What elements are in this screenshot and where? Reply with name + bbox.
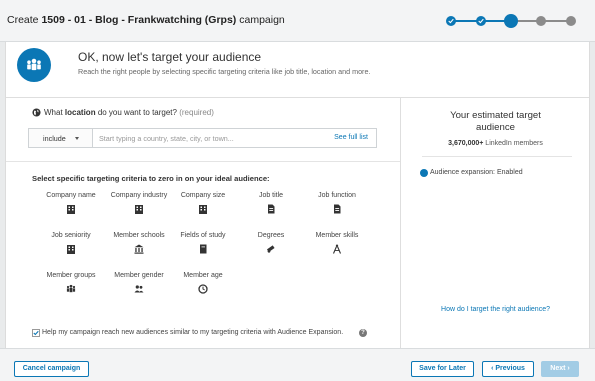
question-icon[interactable]: ? xyxy=(359,329,367,337)
section-divider xyxy=(6,161,400,162)
building-icon xyxy=(67,245,75,254)
criteria-job-seniority[interactable]: Job seniority xyxy=(34,232,108,262)
intro-title: OK, now let's target your audience xyxy=(78,50,262,64)
location-field: include See full list xyxy=(28,128,377,148)
location-q-bold: location xyxy=(64,108,96,117)
expansion-status-text: Audience expansion: Enabled xyxy=(430,169,523,176)
check-icon xyxy=(478,18,484,24)
criteria-label: Member age xyxy=(183,272,223,279)
targeting-criteria-panel: What location do you want to target? (re… xyxy=(6,98,401,348)
step-5-todo xyxy=(566,16,576,26)
expansion-status: Audience expansion: Enabled xyxy=(420,169,523,177)
criteria-label: Member skills xyxy=(315,232,359,239)
info-icon xyxy=(420,169,428,177)
criteria-member-skills[interactable]: Member skills xyxy=(300,232,374,262)
building-icon xyxy=(67,205,75,214)
criteria-label: Member groups xyxy=(46,272,96,279)
help-link[interactable]: How do I target the right audience? xyxy=(402,306,589,313)
footer-bar: Cancel campaign Save for Later ‹ Previou… xyxy=(0,348,595,381)
criteria-title: Select specific targeting criteria to ze… xyxy=(32,174,270,183)
criteria-label: Member gender xyxy=(114,272,164,279)
targeting-card: OK, now let's target your audience Reach… xyxy=(5,42,590,348)
audience-count-suffix: LinkedIn members xyxy=(485,140,543,147)
criteria-label: Company name xyxy=(46,192,96,199)
criteria-job-function[interactable]: Job function xyxy=(300,192,374,222)
globe-icon xyxy=(32,108,41,117)
estimate-panel: Your estimated target audience 3,670,000… xyxy=(402,98,589,348)
progress-stepper xyxy=(446,14,576,28)
criteria-label: Degrees xyxy=(257,232,285,239)
criteria-label: Job title xyxy=(258,192,284,199)
criteria-job-title[interactable]: Job title xyxy=(234,192,308,222)
see-full-list-link[interactable]: See full list xyxy=(334,134,368,141)
criteria-company-industry[interactable]: Company industry xyxy=(102,192,176,222)
criteria-label: Company industry xyxy=(110,192,168,199)
location-input[interactable] xyxy=(95,130,315,146)
title-prefix: Create xyxy=(7,14,39,26)
intro-subtitle: Reach the right people by selecting spec… xyxy=(78,67,371,76)
criteria-member-gender[interactable]: Member gender xyxy=(102,272,176,302)
document-icon xyxy=(334,204,341,214)
cancel-campaign-button[interactable]: Cancel campaign xyxy=(14,361,89,377)
estimate-title-line1: Your estimated target xyxy=(450,110,541,121)
compass-icon xyxy=(332,244,342,254)
school-icon xyxy=(134,244,144,254)
estimate-title-line2: audience xyxy=(476,122,515,133)
step-2-done xyxy=(476,16,486,26)
campaign-name: 1509 - 01 - Blog - Frankwatching (Grps) xyxy=(41,14,237,26)
group-icon xyxy=(66,284,76,293)
audience-count: 3,670,000+ xyxy=(448,140,484,147)
step-1-done xyxy=(446,16,456,26)
step-3-current xyxy=(504,14,518,28)
location-q-prefix: What xyxy=(44,108,63,117)
audience-size: 3,670,000+ LinkedIn members xyxy=(402,140,589,147)
check-icon xyxy=(448,18,454,24)
criteria-label: Job function xyxy=(318,192,356,199)
building-icon xyxy=(199,205,207,214)
criteria-label: Member schools xyxy=(113,232,165,239)
save-for-later-button[interactable]: Save for Later xyxy=(411,361,474,377)
criteria-degrees[interactable]: Degrees xyxy=(234,232,308,262)
title-suffix: campaign xyxy=(239,14,285,26)
criteria-label: Job seniority xyxy=(51,232,91,239)
expansion-label: Help my campaign reach new audiences sim… xyxy=(42,329,344,336)
include-dropdown[interactable]: include xyxy=(29,129,93,147)
expansion-checkbox[interactable] xyxy=(32,329,40,337)
clock-icon xyxy=(198,284,208,294)
document-icon xyxy=(268,204,275,214)
location-question: What location do you want to target? (re… xyxy=(44,108,214,117)
next-button[interactable]: Next › xyxy=(541,361,579,377)
intro-section: OK, now let's target your audience Reach… xyxy=(6,42,589,98)
criteria-company-size[interactable]: Company size xyxy=(166,192,240,222)
step-4-todo xyxy=(536,16,546,26)
include-value: include xyxy=(43,134,66,143)
estimate-divider xyxy=(422,156,572,157)
chevron-down-icon xyxy=(75,137,79,140)
header: Create 1509 - 01 - Blog - Frankwatching … xyxy=(0,0,595,42)
criteria-label: Fields of study xyxy=(180,232,226,239)
criteria-member-schools[interactable]: Member schools xyxy=(102,232,176,262)
required-label: (required) xyxy=(179,108,214,117)
people-icon xyxy=(134,285,144,293)
criteria-company-name[interactable]: Company name xyxy=(34,192,108,222)
building-icon xyxy=(135,205,143,214)
diploma-icon xyxy=(266,245,275,253)
audience-icon xyxy=(17,48,51,82)
book-icon xyxy=(200,244,207,254)
criteria-member-groups[interactable]: Member groups xyxy=(34,272,108,302)
page-title: Create 1509 - 01 - Blog - Frankwatching … xyxy=(7,14,285,26)
criteria-fields-of-study[interactable]: Fields of study xyxy=(166,232,240,262)
location-q-suffix: do you want to target? xyxy=(97,108,177,117)
previous-button[interactable]: ‹ Previous xyxy=(482,361,534,377)
criteria-label: Company size xyxy=(180,192,226,199)
estimate-title: Your estimated target audience xyxy=(402,110,589,134)
criteria-member-age[interactable]: Member age xyxy=(166,272,240,302)
